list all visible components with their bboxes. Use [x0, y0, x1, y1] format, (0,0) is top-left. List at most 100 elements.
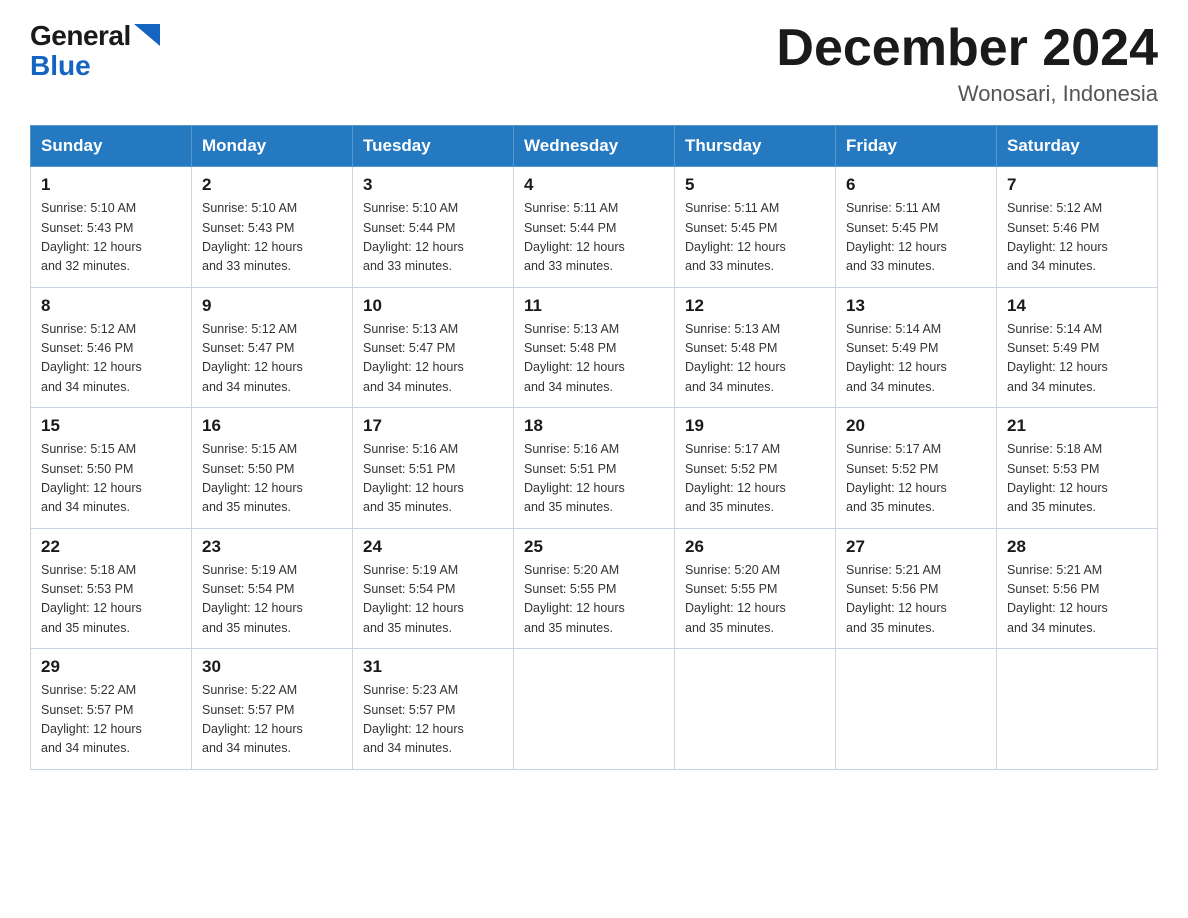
sunrise-label: Sunrise: 5:10 AM: [41, 201, 136, 215]
day-number: 1: [41, 175, 181, 195]
day-number: 10: [363, 296, 503, 316]
daylight-minutes: and 34 minutes.: [685, 380, 774, 394]
day-info: Sunrise: 5:18 AM Sunset: 5:53 PM Dayligh…: [41, 561, 181, 639]
day-info: Sunrise: 5:17 AM Sunset: 5:52 PM Dayligh…: [685, 440, 825, 518]
sunrise-label: Sunrise: 5:19 AM: [363, 563, 458, 577]
calendar-cell: 22 Sunrise: 5:18 AM Sunset: 5:53 PM Dayl…: [31, 528, 192, 649]
daylight-minutes: and 34 minutes.: [1007, 621, 1096, 635]
daylight-minutes: and 35 minutes.: [524, 621, 613, 635]
daylight-label: Daylight: 12 hours: [846, 240, 947, 254]
sunrise-label: Sunrise: 5:22 AM: [202, 683, 297, 697]
sunset-label: Sunset: 5:48 PM: [685, 341, 777, 355]
sunset-label: Sunset: 5:53 PM: [1007, 462, 1099, 476]
sunrise-label: Sunrise: 5:12 AM: [1007, 201, 1102, 215]
calendar-cell: 7 Sunrise: 5:12 AM Sunset: 5:46 PM Dayli…: [997, 167, 1158, 288]
calendar-cell: [997, 649, 1158, 770]
sunset-label: Sunset: 5:48 PM: [524, 341, 616, 355]
day-number: 15: [41, 416, 181, 436]
day-info: Sunrise: 5:13 AM Sunset: 5:48 PM Dayligh…: [524, 320, 664, 398]
day-number: 16: [202, 416, 342, 436]
calendar-cell: 5 Sunrise: 5:11 AM Sunset: 5:45 PM Dayli…: [675, 167, 836, 288]
column-header-wednesday: Wednesday: [514, 126, 675, 167]
calendar-cell: 4 Sunrise: 5:11 AM Sunset: 5:44 PM Dayli…: [514, 167, 675, 288]
daylight-label: Daylight: 12 hours: [202, 722, 303, 736]
daylight-label: Daylight: 12 hours: [846, 481, 947, 495]
calendar-cell: [514, 649, 675, 770]
daylight-label: Daylight: 12 hours: [202, 481, 303, 495]
daylight-minutes: and 35 minutes.: [363, 500, 452, 514]
sunset-label: Sunset: 5:47 PM: [363, 341, 455, 355]
sunset-label: Sunset: 5:49 PM: [846, 341, 938, 355]
calendar-cell: 28 Sunrise: 5:21 AM Sunset: 5:56 PM Dayl…: [997, 528, 1158, 649]
sunrise-label: Sunrise: 5:11 AM: [846, 201, 940, 215]
day-number: 22: [41, 537, 181, 557]
calendar-week-row: 22 Sunrise: 5:18 AM Sunset: 5:53 PM Dayl…: [31, 528, 1158, 649]
day-info: Sunrise: 5:14 AM Sunset: 5:49 PM Dayligh…: [846, 320, 986, 398]
day-info: Sunrise: 5:13 AM Sunset: 5:48 PM Dayligh…: [685, 320, 825, 398]
sunrise-label: Sunrise: 5:13 AM: [685, 322, 780, 336]
day-info: Sunrise: 5:22 AM Sunset: 5:57 PM Dayligh…: [202, 681, 342, 759]
calendar-week-row: 8 Sunrise: 5:12 AM Sunset: 5:46 PM Dayli…: [31, 287, 1158, 408]
daylight-minutes: and 33 minutes.: [846, 259, 935, 273]
day-number: 5: [685, 175, 825, 195]
daylight-label: Daylight: 12 hours: [41, 601, 142, 615]
daylight-label: Daylight: 12 hours: [202, 601, 303, 615]
daylight-label: Daylight: 12 hours: [202, 360, 303, 374]
day-number: 7: [1007, 175, 1147, 195]
daylight-minutes: and 34 minutes.: [363, 380, 452, 394]
day-info: Sunrise: 5:14 AM Sunset: 5:49 PM Dayligh…: [1007, 320, 1147, 398]
day-number: 23: [202, 537, 342, 557]
sunrise-label: Sunrise: 5:18 AM: [41, 563, 136, 577]
sunset-label: Sunset: 5:47 PM: [202, 341, 294, 355]
calendar-cell: 18 Sunrise: 5:16 AM Sunset: 5:51 PM Dayl…: [514, 408, 675, 529]
column-header-friday: Friday: [836, 126, 997, 167]
daylight-minutes: and 32 minutes.: [41, 259, 130, 273]
calendar-cell: 13 Sunrise: 5:14 AM Sunset: 5:49 PM Dayl…: [836, 287, 997, 408]
day-number: 3: [363, 175, 503, 195]
daylight-minutes: and 35 minutes.: [202, 500, 291, 514]
daylight-label: Daylight: 12 hours: [41, 481, 142, 495]
day-number: 21: [1007, 416, 1147, 436]
daylight-label: Daylight: 12 hours: [1007, 481, 1108, 495]
daylight-minutes: and 34 minutes.: [202, 380, 291, 394]
day-number: 6: [846, 175, 986, 195]
daylight-minutes: and 34 minutes.: [524, 380, 613, 394]
day-number: 18: [524, 416, 664, 436]
day-info: Sunrise: 5:12 AM Sunset: 5:47 PM Dayligh…: [202, 320, 342, 398]
calendar-header-row: SundayMondayTuesdayWednesdayThursdayFrid…: [31, 126, 1158, 167]
calendar-week-row: 1 Sunrise: 5:10 AM Sunset: 5:43 PM Dayli…: [31, 167, 1158, 288]
calendar-title: December 2024: [776, 20, 1158, 77]
daylight-label: Daylight: 12 hours: [41, 240, 142, 254]
daylight-minutes: and 35 minutes.: [524, 500, 613, 514]
daylight-minutes: and 33 minutes.: [363, 259, 452, 273]
daylight-label: Daylight: 12 hours: [1007, 240, 1108, 254]
daylight-label: Daylight: 12 hours: [363, 481, 464, 495]
day-info: Sunrise: 5:19 AM Sunset: 5:54 PM Dayligh…: [363, 561, 503, 639]
sunset-label: Sunset: 5:55 PM: [524, 582, 616, 596]
sunset-label: Sunset: 5:55 PM: [685, 582, 777, 596]
day-number: 11: [524, 296, 664, 316]
calendar-cell: 1 Sunrise: 5:10 AM Sunset: 5:43 PM Dayli…: [31, 167, 192, 288]
column-header-saturday: Saturday: [997, 126, 1158, 167]
sunrise-label: Sunrise: 5:15 AM: [41, 442, 136, 456]
daylight-label: Daylight: 12 hours: [363, 360, 464, 374]
page-header: General Blue December 2024 Wonosari, Ind…: [30, 20, 1158, 107]
sunset-label: Sunset: 5:53 PM: [41, 582, 133, 596]
daylight-label: Daylight: 12 hours: [1007, 360, 1108, 374]
sunset-label: Sunset: 5:45 PM: [846, 221, 938, 235]
day-number: 28: [1007, 537, 1147, 557]
sunrise-label: Sunrise: 5:16 AM: [524, 442, 619, 456]
sunset-label: Sunset: 5:54 PM: [363, 582, 455, 596]
day-number: 30: [202, 657, 342, 677]
sunrise-label: Sunrise: 5:13 AM: [363, 322, 458, 336]
daylight-minutes: and 34 minutes.: [363, 741, 452, 755]
calendar-cell: 26 Sunrise: 5:20 AM Sunset: 5:55 PM Dayl…: [675, 528, 836, 649]
day-number: 27: [846, 537, 986, 557]
sunset-label: Sunset: 5:51 PM: [524, 462, 616, 476]
calendar-week-row: 29 Sunrise: 5:22 AM Sunset: 5:57 PM Dayl…: [31, 649, 1158, 770]
sunrise-label: Sunrise: 5:19 AM: [202, 563, 297, 577]
day-info: Sunrise: 5:22 AM Sunset: 5:57 PM Dayligh…: [41, 681, 181, 759]
sunset-label: Sunset: 5:43 PM: [41, 221, 133, 235]
sunset-label: Sunset: 5:56 PM: [846, 582, 938, 596]
day-info: Sunrise: 5:19 AM Sunset: 5:54 PM Dayligh…: [202, 561, 342, 639]
